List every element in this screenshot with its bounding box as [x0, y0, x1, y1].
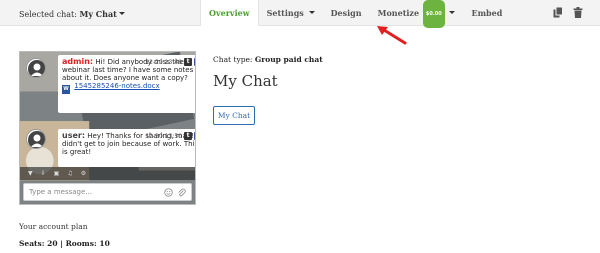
chat-type-value: Group paid chat [254, 55, 323, 64]
tab-overview[interactable]: Overview [200, 0, 259, 26]
top-bar: Selected chat: My Chat Overview Settings… [0, 0, 600, 28]
arrow-icon [377, 26, 407, 45]
message-time: 12-20 13:48 [145, 59, 182, 66]
image-icon[interactable]: ▣ [54, 170, 60, 177]
seats-label: Seats: [19, 239, 45, 248]
copy-icon[interactable] [553, 7, 563, 18]
tab-monetize[interactable]: Monetize $0.00 [370, 0, 464, 28]
pin-icon[interactable]: ▼ [28, 170, 33, 177]
message-input[interactable]: Type a message... [23, 183, 192, 201]
tab-settings[interactable]: Settings [259, 0, 323, 26]
emoji-icon[interactable] [164, 188, 173, 197]
sound-icon[interactable]: ♫ [67, 170, 72, 177]
message-input-placeholder: Type a message... [29, 188, 92, 196]
chat-message: admin: Hi! Did anybody miss the webinar … [58, 55, 195, 113]
chat-selector[interactable]: Selected chat: My Chat [19, 9, 125, 19]
rooms-label: Rooms: [65, 239, 97, 248]
twitter-icon[interactable]: t [184, 132, 192, 140]
facebook-icon[interactable]: f [194, 132, 195, 140]
tab-monetize-label: Monetize [377, 8, 420, 18]
my-chat-button[interactable]: My Chat [213, 106, 255, 125]
chat-widget-preview: admin: Hi! Did anybody miss the webinar … [19, 51, 196, 205]
tab-design[interactable]: Design [323, 0, 370, 26]
word-document-icon: W [62, 85, 70, 94]
seats-value: 20 [47, 239, 58, 248]
download-icon[interactable]: ⇩ [41, 170, 46, 177]
avatar [26, 58, 46, 78]
chat-type: Chat type: Group paid chat [213, 55, 323, 64]
message-username: admin: [62, 57, 94, 66]
rooms-value: 10 [99, 239, 110, 248]
tab-design-label: Design [330, 8, 362, 18]
chevron-down-icon [449, 11, 456, 14]
settings-icon[interactable]: ⚙ [81, 170, 86, 177]
chat-message: user: Hey! Thanks for sharing, man! I di… [58, 129, 195, 167]
account-plan-label: Your account plan [19, 222, 88, 231]
selected-chat-label: Selected chat: [19, 10, 77, 19]
tab-overview-label: Overview [209, 8, 250, 18]
chevron-down-icon [308, 11, 315, 14]
monetize-badge: $0.00 [422, 0, 445, 28]
account-plan-values: Seats: 20 | Rooms: 10 [19, 239, 110, 248]
selected-chat-value: My Chat [79, 9, 117, 19]
message-time: 12-20 13:50 [145, 133, 182, 140]
avatar [26, 129, 46, 149]
file-attachment-link[interactable]: 1545285246-notes.docx [74, 82, 159, 90]
tab-embed-label: Embed [471, 8, 503, 18]
main-nav: Overview Settings Design Monetize $0.00 … [200, 0, 510, 28]
plan-separator: | [60, 239, 63, 248]
page-title: My Chat [213, 72, 278, 90]
message-username: user: [62, 131, 86, 140]
widget-toolbar: ▼ ⇩ ▣ ♫ ⚙ [20, 167, 195, 180]
chevron-down-icon [118, 12, 125, 15]
twitter-icon[interactable]: t [184, 58, 192, 66]
tab-settings-label: Settings [266, 8, 304, 18]
chat-type-label: Chat type: [213, 55, 253, 64]
trash-icon[interactable] [573, 7, 583, 18]
facebook-icon[interactable]: f [194, 58, 195, 66]
tab-embed[interactable]: Embed [463, 0, 510, 26]
attachment-icon[interactable] [177, 188, 186, 197]
